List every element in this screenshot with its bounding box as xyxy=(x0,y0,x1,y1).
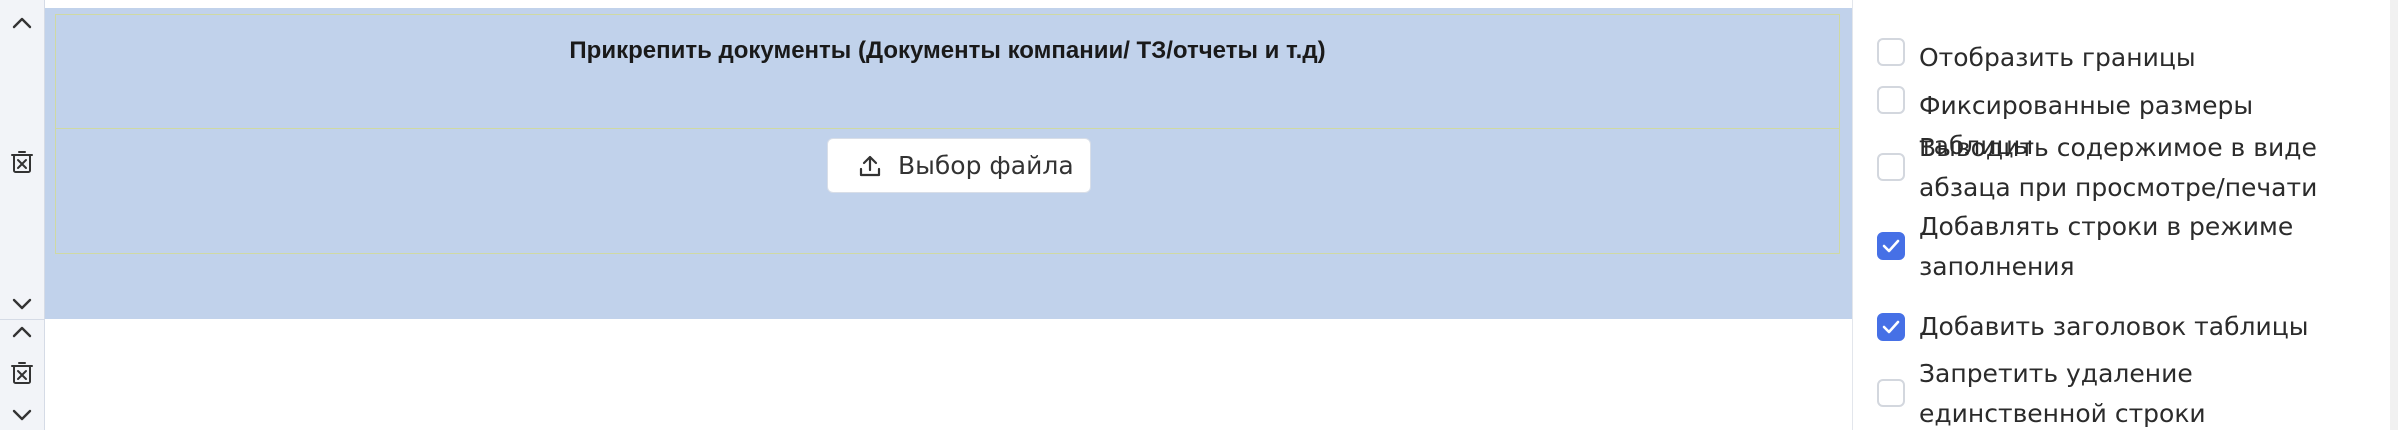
choose-file-label: Выбор файла xyxy=(898,151,1074,180)
move-row-up-button[interactable] xyxy=(0,315,44,349)
move-row-up-button[interactable] xyxy=(0,6,44,40)
checkbox-checked[interactable] xyxy=(1877,313,1905,341)
checkbox[interactable] xyxy=(1877,38,1905,66)
attachments-table[interactable]: Прикрепить документы (Документы компании… xyxy=(45,8,1852,319)
delete-row-icon xyxy=(11,362,33,384)
option-label: Добавить заголовок таблицы xyxy=(1919,312,2309,341)
move-row-down-button[interactable] xyxy=(0,398,44,432)
option-label: Выводить содержимое в виде абзаца при пр… xyxy=(1919,133,2318,202)
option-label: Запретить удаление единственной строки xyxy=(1919,359,2206,428)
delete-row-icon xyxy=(11,151,33,173)
option-add-table-header[interactable]: Добавить заголовок таблицы xyxy=(1877,307,2359,347)
option-label: Добавлять строки в режиме заполнения xyxy=(1919,212,2294,281)
chevron-up-icon xyxy=(12,326,32,338)
delete-row-button[interactable] xyxy=(0,356,44,390)
row-controls-gutter xyxy=(0,0,45,430)
option-paragraph-output[interactable]: Выводить содержимое в виде абзаца при пр… xyxy=(1877,128,2359,208)
table-settings-panel: Отобразить границы Фиксированные размеры… xyxy=(1853,0,2398,430)
table-header-cell[interactable]: Прикрепить документы (Документы компании… xyxy=(55,14,1840,129)
chevron-down-icon xyxy=(12,298,32,310)
panel-scrollbar[interactable] xyxy=(2390,0,2398,430)
delete-row-button[interactable] xyxy=(0,145,44,179)
table-header-title: Прикрепить документы (Документы компании… xyxy=(569,37,1326,64)
option-show-borders[interactable]: Отобразить границы xyxy=(1877,38,2359,78)
form-editor-area: Прикрепить документы (Документы компании… xyxy=(45,0,1852,430)
option-label: Отобразить границы xyxy=(1919,43,2196,72)
checkbox[interactable] xyxy=(1877,153,1905,181)
choose-file-button[interactable]: Выбор файла xyxy=(827,138,1091,193)
chevron-up-icon xyxy=(12,17,32,29)
check-icon xyxy=(1882,239,1900,253)
option-forbid-delete-single-row[interactable]: Запретить удаление единственной строки xyxy=(1877,354,2359,434)
table-body-cell[interactable]: Выбор файла xyxy=(55,129,1840,254)
upload-icon xyxy=(858,154,882,178)
option-add-rows-fill-mode[interactable]: Добавлять строки в режиме заполнения xyxy=(1877,207,2359,287)
checkbox-checked[interactable] xyxy=(1877,232,1905,260)
checkbox[interactable] xyxy=(1877,86,1905,114)
checkbox[interactable] xyxy=(1877,379,1905,407)
chevron-down-icon xyxy=(12,409,32,421)
check-icon xyxy=(1882,320,1900,334)
